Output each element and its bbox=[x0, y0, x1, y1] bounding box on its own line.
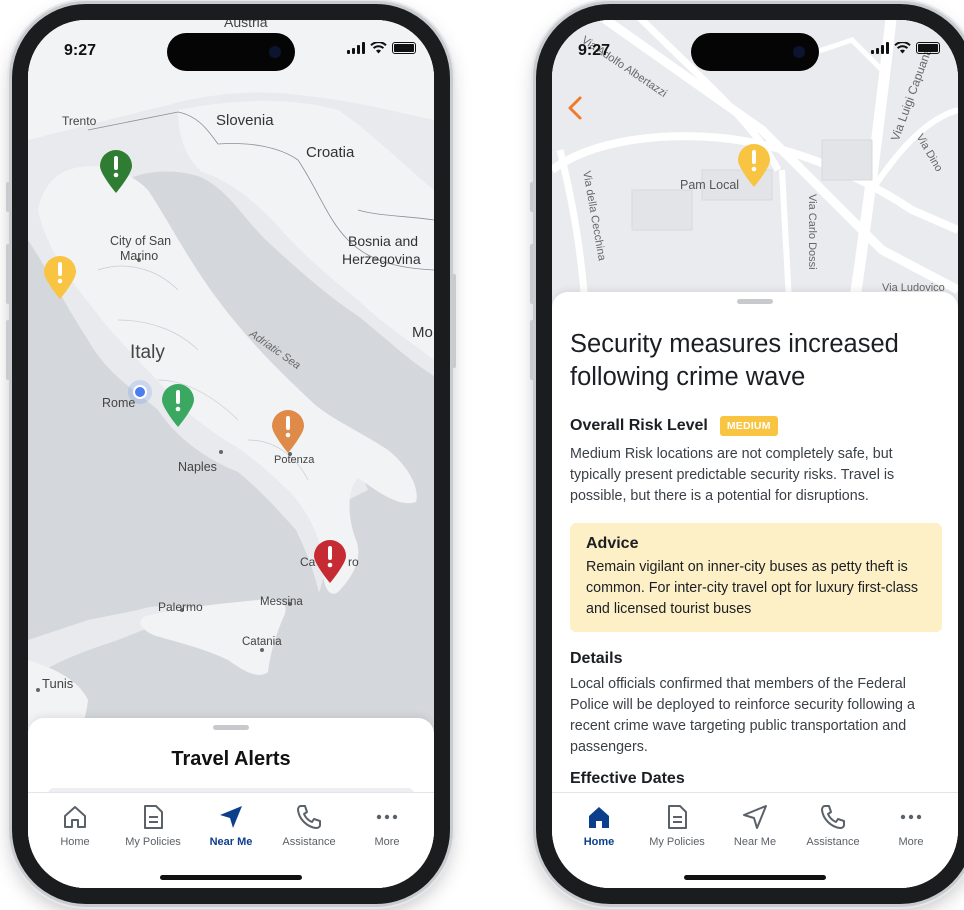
alert-pin-potenza[interactable] bbox=[270, 408, 306, 454]
cellular-signal-icon bbox=[347, 42, 365, 54]
house-icon bbox=[589, 807, 609, 828]
advice-card: Advice Remain vigilant on inner-city bus… bbox=[570, 523, 942, 632]
volume-down-button bbox=[6, 320, 11, 380]
more-dots-icon bbox=[900, 814, 922, 820]
tab-near-me[interactable]: Near Me bbox=[193, 803, 269, 848]
tab-label: Near Me bbox=[209, 836, 253, 848]
map-label-trento: Trento bbox=[62, 114, 97, 128]
map-label-san-marino-1: City of San bbox=[110, 234, 172, 248]
volume-up-button bbox=[530, 244, 535, 304]
navigation-arrow-icon bbox=[743, 805, 767, 829]
map-label-messina: Messina bbox=[260, 596, 303, 608]
more-dots-icon bbox=[376, 814, 398, 820]
screen: 9:27 Austria Trento Slovenia Croatia Bos… bbox=[28, 20, 434, 888]
tab-my-policies[interactable]: My Policies bbox=[639, 803, 715, 848]
map-label-catanzaro-b: ro bbox=[348, 555, 359, 569]
back-button[interactable] bbox=[564, 94, 588, 122]
map-label-potenza: Potenza bbox=[274, 454, 315, 466]
status-time: 9:27 bbox=[578, 42, 611, 59]
tab-home[interactable]: Home bbox=[37, 803, 113, 848]
wifi-icon bbox=[894, 42, 911, 54]
phone-icon bbox=[821, 805, 845, 829]
map-label-tunis: Tunis bbox=[42, 676, 74, 691]
volume-up-button bbox=[6, 244, 11, 304]
dynamic-island bbox=[167, 33, 295, 71]
volume-down-button bbox=[530, 320, 535, 380]
map-label-naples: Naples bbox=[178, 460, 217, 474]
street-label-carlo-dossi: Via Carlo Dossi bbox=[806, 194, 818, 270]
tab-my-policies[interactable]: My Policies bbox=[115, 803, 191, 848]
house-icon bbox=[64, 806, 86, 828]
action-button bbox=[6, 182, 11, 212]
phone-icon bbox=[297, 805, 321, 829]
alert-pin-trento[interactable] bbox=[98, 148, 134, 194]
map-label-herzegovina: Herzegovina bbox=[342, 251, 421, 267]
tab-bar: Home My Policies Near Me Assistance More bbox=[28, 792, 434, 888]
tab-label: My Policies bbox=[649, 836, 705, 848]
tab-label: Home bbox=[60, 836, 90, 848]
advice-text: Remain vigilant on inner-city buses as p… bbox=[586, 559, 919, 617]
battery-icon bbox=[916, 42, 940, 54]
tab-label: Assistance bbox=[806, 836, 860, 848]
power-button bbox=[451, 274, 456, 368]
screen: 9:27 Via Adolfo Albertazzi Pam Local Via… bbox=[552, 20, 958, 888]
details-title: Details bbox=[570, 650, 623, 667]
alert-pin-tuscany[interactable] bbox=[42, 254, 78, 300]
map-label-catania: Catania bbox=[242, 636, 282, 648]
tab-label: Near Me bbox=[733, 836, 777, 848]
home-indicator bbox=[160, 875, 302, 880]
alert-pin-abruzzo[interactable] bbox=[160, 382, 196, 428]
tab-home[interactable]: Home bbox=[561, 803, 637, 848]
dynamic-island bbox=[691, 33, 819, 71]
document-icon bbox=[668, 805, 687, 829]
alert-pin-catanzaro[interactable] bbox=[312, 538, 348, 584]
map-label-palermo: Palermo bbox=[158, 600, 203, 614]
document-icon bbox=[144, 805, 163, 829]
street-label-pam-local: Pam Local bbox=[680, 178, 740, 192]
tab-near-me[interactable]: Near Me bbox=[717, 803, 793, 848]
risk-level-label: Overall Risk Level bbox=[570, 417, 708, 434]
sheet-title: Travel Alerts bbox=[171, 748, 291, 770]
navigation-arrow-icon bbox=[220, 806, 242, 828]
alert-pin-location[interactable] bbox=[736, 142, 772, 188]
map-label-italy: Italy bbox=[130, 342, 165, 363]
map-label-croatia: Croatia bbox=[306, 144, 355, 161]
map-label-slovenia: Slovenia bbox=[216, 112, 274, 129]
details-text: Local officials confirmed that members o… bbox=[570, 676, 915, 755]
risk-description: Medium Risk locations are not completely… bbox=[570, 446, 895, 504]
map-label-mo: Mo bbox=[412, 324, 433, 341]
phone-alert-detail: 9:27 Via Adolfo Albertazzi Pam Local Via… bbox=[530, 4, 964, 904]
tab-label: Assistance bbox=[282, 836, 336, 848]
tab-assistance[interactable]: Assistance bbox=[795, 803, 871, 848]
tab-more[interactable]: More bbox=[873, 803, 949, 848]
action-button bbox=[530, 182, 535, 212]
wifi-icon bbox=[370, 42, 387, 54]
tab-bar: Home My Policies Near Me Assistance More bbox=[552, 792, 958, 888]
alert-detail-sheet[interactable]: Security measures increased following cr… bbox=[552, 292, 958, 792]
status-time: 9:27 bbox=[64, 42, 97, 59]
phone-travel-alerts: 9:27 Austria Trento Slovenia Croatia Bos… bbox=[6, 4, 456, 904]
alert-title: Security measures increased following cr… bbox=[570, 330, 899, 391]
map-label-san-marino-2: Marino bbox=[120, 249, 159, 263]
sheet-grabber[interactable] bbox=[213, 725, 249, 730]
map-label-rome: Rome bbox=[102, 396, 136, 410]
battery-icon bbox=[392, 42, 416, 54]
tab-assistance[interactable]: Assistance bbox=[271, 803, 347, 848]
tab-label: My Policies bbox=[125, 836, 181, 848]
advice-title: Advice bbox=[586, 535, 639, 552]
cellular-signal-icon bbox=[871, 42, 889, 54]
tab-more[interactable]: More bbox=[349, 803, 425, 848]
risk-level-badge: MEDIUM bbox=[719, 416, 778, 436]
map-label-bosnia: Bosnia and bbox=[348, 233, 419, 249]
home-indicator bbox=[684, 875, 826, 880]
tab-label: More bbox=[374, 836, 400, 848]
tab-label: Home bbox=[583, 836, 615, 848]
effective-dates-title: Effective Dates bbox=[570, 770, 685, 787]
chevron-left-icon bbox=[568, 96, 582, 120]
tab-label: More bbox=[898, 836, 924, 848]
